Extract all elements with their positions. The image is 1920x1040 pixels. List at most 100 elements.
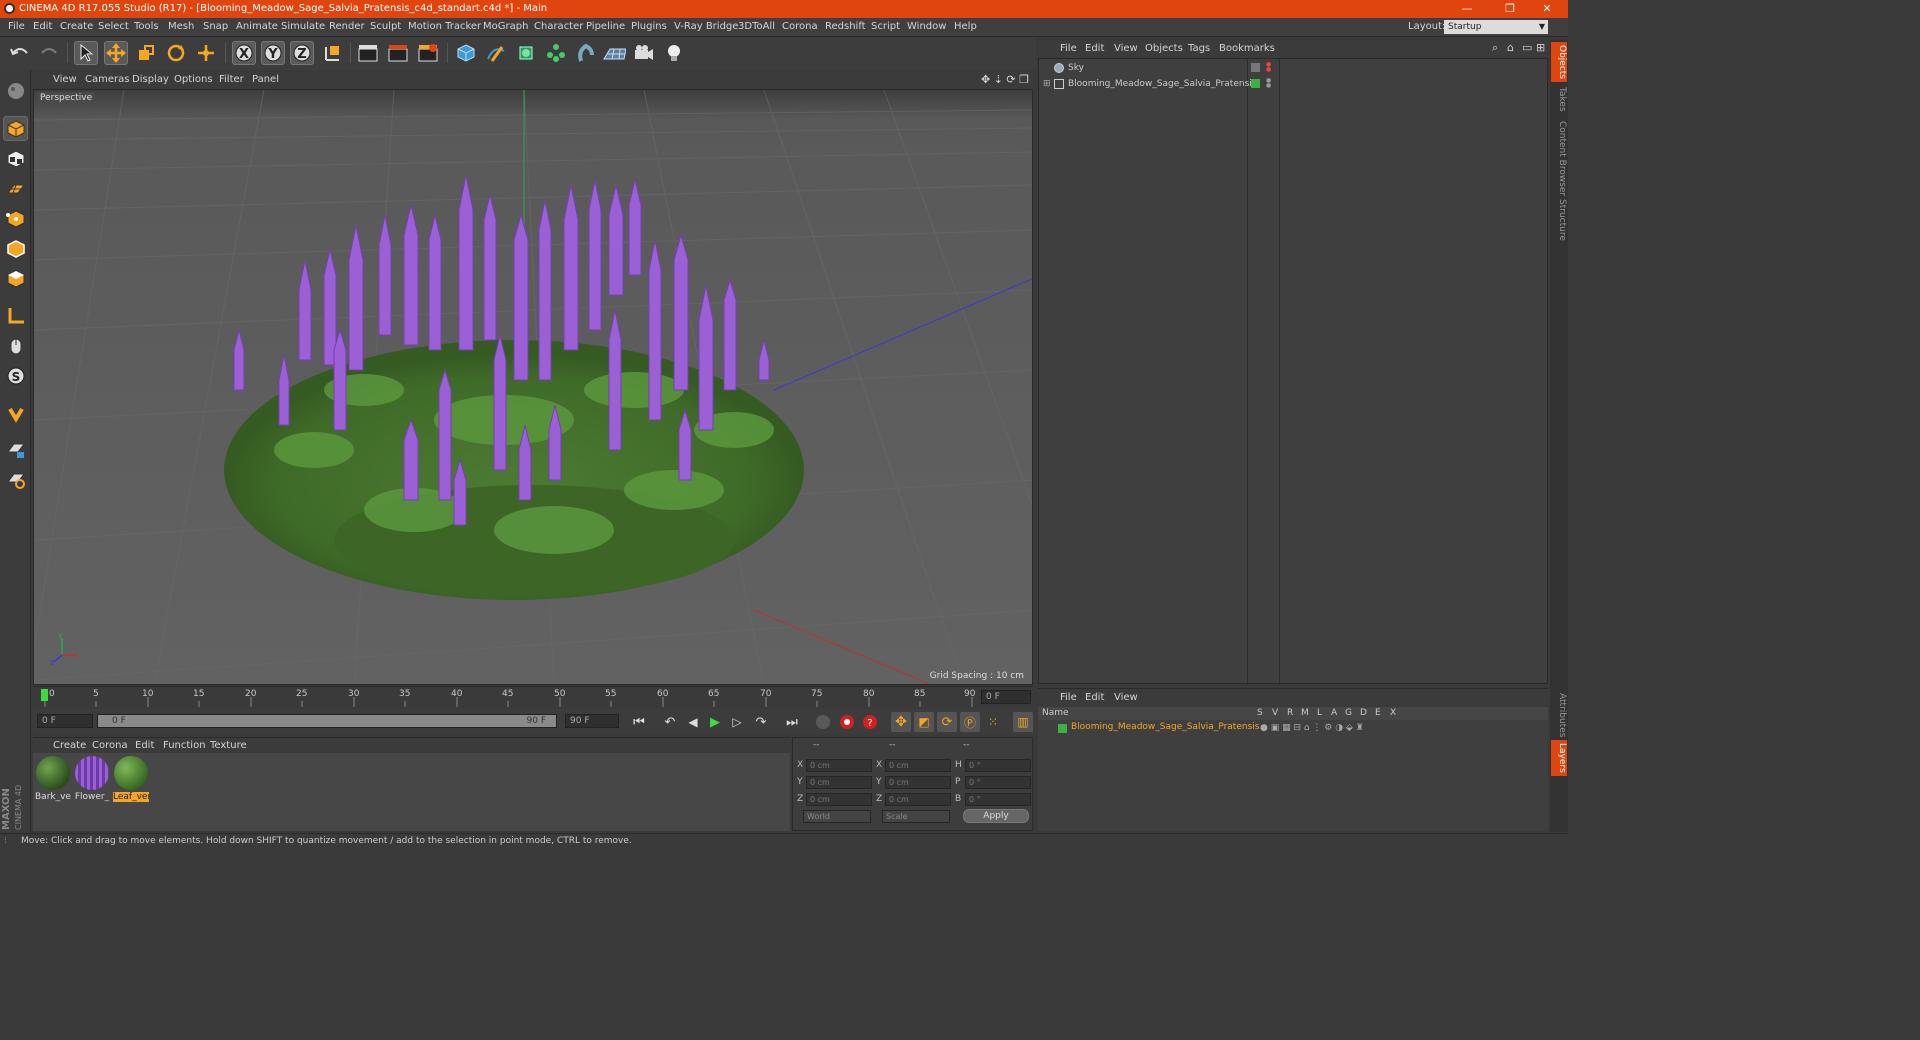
add-generator-button[interactable] — [514, 41, 538, 65]
menu-select[interactable]: Select — [98, 21, 129, 32]
obj-menu-edit[interactable]: Edit — [1085, 43, 1104, 54]
z-axis-lock-button[interactable]: Z — [290, 41, 314, 65]
rotation-b-field[interactable]: 0 ° — [965, 793, 1031, 806]
points-mode-button[interactable] — [3, 206, 28, 231]
viewport-menu-filter[interactable]: Filter — [219, 74, 244, 85]
timeline-playhead[interactable] — [41, 689, 48, 701]
mat-menu-corona[interactable]: Corona — [92, 740, 128, 751]
close-button[interactable]: ✕ — [1532, 1, 1562, 17]
rotation-p-field[interactable]: 0 ° — [965, 776, 1031, 789]
locked-workplane-button[interactable] — [3, 437, 28, 462]
coordinate-system-button[interactable] — [320, 41, 344, 65]
menu-render[interactable]: Render — [329, 21, 365, 32]
expand-icon[interactable]: ⊞ — [1536, 41, 1545, 54]
key-position-button[interactable]: ✥ — [891, 712, 911, 732]
perspective-viewport[interactable]: y x z Perspective Grid Spacing : 10 cm — [33, 89, 1033, 685]
coordinate-mode-dropdown[interactable]: Scale — [882, 810, 950, 823]
tab-layers[interactable]: Layers — [1551, 740, 1567, 776]
tweak-mode-button[interactable] — [3, 333, 28, 358]
menu-snap[interactable]: Snap — [203, 21, 228, 32]
render-picture-viewer-button[interactable] — [386, 41, 410, 65]
menu-redshift[interactable]: Redshift — [825, 21, 866, 32]
search-icon[interactable]: ⌕ — [1492, 41, 1498, 55]
model-mode-button[interactable] — [3, 116, 28, 141]
go-to-end-button[interactable]: ⏭ — [782, 712, 802, 732]
mat-menu-function[interactable]: Function — [163, 740, 206, 751]
layer-col-a[interactable]: A — [1331, 708, 1337, 718]
previous-key-button[interactable]: ↶ — [660, 712, 680, 732]
make-editable-button[interactable] — [3, 78, 28, 103]
move-tool-button[interactable] — [104, 41, 128, 65]
position-z-field[interactable]: 0 cm — [806, 793, 872, 806]
layer-color-swatch[interactable] — [1058, 724, 1067, 733]
add-camera-button[interactable] — [632, 41, 656, 65]
visibility-dots[interactable]: ● ● — [1266, 78, 1271, 89]
menu-mograph[interactable]: MoGraph — [483, 21, 528, 32]
menu-help[interactable]: Help — [954, 21, 977, 32]
go-to-start-button[interactable]: ⏮ — [629, 712, 649, 732]
coordinate-space-dropdown[interactable]: World — [803, 810, 871, 823]
menu-file[interactable]: File — [8, 21, 25, 32]
menu-3dtoall[interactable]: 3DToAll — [738, 21, 775, 32]
tab-attributes[interactable]: Attributes — [1551, 690, 1567, 740]
layer-col-l[interactable]: L — [1317, 708, 1322, 718]
menu-plugins[interactable]: Plugins — [631, 21, 667, 32]
obj-menu-view[interactable]: View — [1114, 43, 1138, 54]
workplane-mode-button[interactable] — [3, 176, 28, 201]
edges-mode-button[interactable] — [3, 236, 28, 261]
minimize-button[interactable]: — — [1452, 1, 1482, 17]
mat-menu-edit[interactable]: Edit — [135, 740, 154, 751]
menu-create[interactable]: Create — [60, 21, 93, 32]
redo-button[interactable] — [37, 41, 61, 65]
position-y-field[interactable]: 0 cm — [806, 776, 872, 789]
restore-button[interactable]: ❐ — [1495, 1, 1525, 17]
visibility-dots[interactable]: ● ● — [1266, 62, 1271, 73]
mat-menu-texture[interactable]: Texture — [210, 740, 247, 751]
record-active-button[interactable] — [837, 712, 857, 732]
layer-col-s[interactable]: S — [1257, 708, 1263, 718]
size-y-field[interactable]: 0 cm — [885, 776, 951, 789]
layer-color-tag[interactable] — [1251, 79, 1260, 88]
menu-edit[interactable]: Edit — [33, 21, 52, 32]
menu-pipeline[interactable]: Pipeline — [586, 21, 625, 32]
viewport-menu-options[interactable]: Options — [174, 74, 213, 85]
layer-menu-view[interactable]: View — [1114, 692, 1138, 703]
add-scene-button[interactable] — [602, 41, 626, 65]
previous-frame-button[interactable]: ◀ — [683, 712, 703, 732]
viewport-menu-cameras[interactable]: Cameras — [85, 74, 129, 85]
layer-menu-file[interactable]: File — [1060, 692, 1077, 703]
material-swatch-selected[interactable]: Leaf_ver — [113, 756, 149, 802]
key-rotation-button[interactable]: ⟳ — [937, 712, 957, 732]
key-parameter-button[interactable]: Ⓟ — [960, 712, 980, 732]
material-swatch[interactable]: Flower_ — [74, 756, 110, 802]
tab-structure[interactable]: Structure — [1551, 196, 1567, 244]
menu-script[interactable]: Script — [871, 21, 900, 32]
autokey-button[interactable]: ? — [860, 712, 880, 732]
x-axis-lock-button[interactable]: X — [232, 41, 256, 65]
tab-takes[interactable]: Takes — [1551, 84, 1567, 115]
next-frame-button[interactable]: ▷ — [727, 712, 747, 732]
menu-mesh[interactable]: Mesh — [168, 21, 194, 32]
home-icon[interactable]: ⌂ — [1507, 41, 1514, 54]
tab-objects[interactable]: Objects — [1551, 42, 1567, 83]
mat-menu-create[interactable]: Create — [53, 740, 86, 751]
layer-col-e[interactable]: E — [1375, 708, 1381, 718]
layout-dropdown[interactable]: Startup ▼ — [1444, 20, 1548, 34]
viewport-navigation-icons[interactable]: ✥ ⇣ ⟳ ❐ — [981, 73, 1029, 86]
layer-col-d[interactable]: D — [1360, 708, 1367, 718]
layer-menu-edit[interactable]: Edit — [1085, 692, 1104, 703]
menu-motion-tracker[interactable]: Motion Tracker — [408, 21, 481, 32]
expand-toggle-icon[interactable]: ⊞ — [1043, 77, 1051, 92]
snap-button[interactable]: S — [3, 363, 28, 388]
undo-button[interactable] — [8, 41, 32, 65]
rotation-h-field[interactable]: 0 ° — [965, 759, 1031, 772]
obj-menu-tags[interactable]: Tags — [1188, 43, 1210, 54]
key-scale-button[interactable]: ◩ — [914, 712, 934, 732]
tab-content-browser[interactable]: Content Browser — [1551, 118, 1567, 199]
viewport-menu-display[interactable]: Display — [132, 74, 169, 85]
object-row-sky[interactable]: Sky ● ● — [1039, 61, 1271, 76]
render-view-button[interactable] — [356, 41, 380, 65]
rotate-tool-button[interactable] — [164, 41, 188, 65]
start-frame-field[interactable]: 0 F — [37, 714, 93, 728]
menu-corona[interactable]: Corona — [782, 21, 818, 32]
